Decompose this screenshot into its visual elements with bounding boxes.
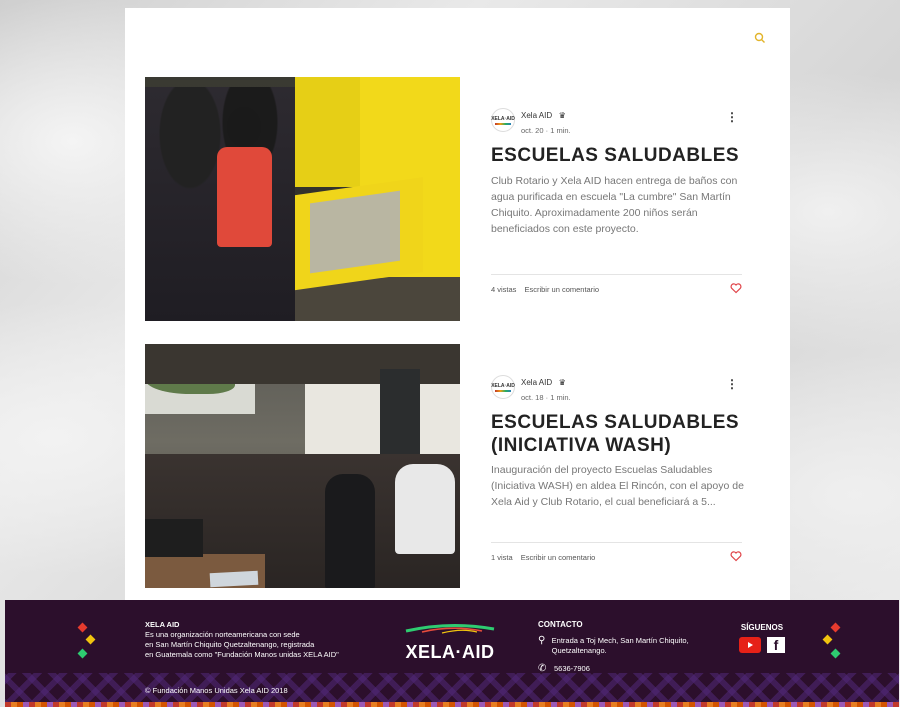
post-author-row: XELA·AID Xela AID ♛ oct. 18 · 1 min.	[491, 372, 571, 402]
footer-social-title: SÍGUENOS	[740, 623, 784, 632]
post-date: oct. 20	[521, 126, 544, 135]
post-cover-image[interactable]	[145, 77, 460, 321]
post-title[interactable]: ESCUELAS SALUDABLES (INICIATIVA WASH)	[491, 411, 751, 457]
footer-contact: CONTACTO ⚲ Entrada a Toj Mech, San Martí…	[538, 620, 708, 682]
facebook-icon[interactable]: f	[767, 637, 785, 653]
location-pin-icon: ⚲	[538, 635, 546, 646]
footer-copyright: © Fundación Manos Unidas Xela AID 2018	[145, 686, 288, 695]
post-meta: oct. 20 · 1 min.	[521, 126, 571, 135]
heart-icon[interactable]	[730, 550, 742, 562]
footer-about-title: XELA AID	[145, 620, 180, 629]
heart-icon[interactable]	[730, 282, 742, 294]
decorative-diamonds-left	[75, 622, 105, 672]
decorative-diamonds-right	[820, 622, 850, 672]
phone-icon: ✆	[538, 663, 547, 674]
youtube-icon[interactable]	[739, 637, 761, 653]
footer-about-line: en Guatemala como "Fundación Manos unida…	[145, 650, 339, 659]
post-read-time: 1 min.	[550, 393, 571, 402]
post-date: oct. 18	[521, 393, 544, 402]
author-avatar[interactable]: XELA·AID	[491, 375, 515, 399]
more-options-icon[interactable]: ⋮	[726, 378, 738, 390]
footer-social: SÍGUENOS f	[727, 623, 797, 653]
post-title[interactable]: ESCUELAS SALUDABLES	[491, 144, 751, 167]
post-excerpt[interactable]: Club Rotario y Xela AID hacen entrega de…	[491, 173, 746, 237]
xela-aid-logo[interactable]: XELA·AID	[400, 622, 500, 663]
search-icon[interactable]	[754, 32, 766, 44]
avatar-logo-text: XELA·AID	[491, 382, 515, 389]
logo-text: XELA·AID	[405, 642, 495, 662]
footer-contact-title: CONTACTO	[538, 620, 583, 629]
post-divider	[491, 274, 742, 275]
post-cover-image[interactable]	[145, 344, 460, 588]
post-read-time: 1 min.	[550, 126, 571, 135]
footer-about-line: en San Martín Chiquito Quetzaltenango, r…	[145, 640, 315, 649]
logo-leaf-icon	[405, 623, 495, 634]
footer-stripe	[5, 702, 899, 707]
post-stats-row: 4 vistas Escribir un comentario	[491, 282, 742, 294]
blog-post-card[interactable]: XELA·AID Xela AID ♛ oct. 20 · 1 min. ⋮ E…	[145, 77, 742, 321]
author-avatar[interactable]: XELA·AID	[491, 108, 515, 132]
post-author-row: XELA·AID Xela AID ♛ oct. 20 · 1 min.	[491, 105, 571, 135]
author-name[interactable]: Xela AID	[521, 378, 552, 387]
post-views: 1 vista	[491, 553, 513, 562]
crown-icon: ♛	[558, 378, 566, 387]
post-divider	[491, 542, 742, 543]
crown-icon: ♛	[558, 111, 566, 120]
author-name[interactable]: Xela AID	[521, 111, 552, 120]
post-excerpt[interactable]: Inauguración del proyecto Escuelas Salud…	[491, 462, 746, 510]
footer-phone[interactable]: 5636-7906	[554, 664, 590, 674]
post-views: 4 vistas	[491, 285, 517, 294]
footer-about-line: Es una organización norteamericana con s…	[145, 630, 300, 639]
footer-about: XELA AID Es una organización norteameric…	[145, 620, 395, 660]
write-comment-link[interactable]: Escribir un comentario	[521, 553, 596, 562]
blog-post-card[interactable]: XELA·AID Xela AID ♛ oct. 18 · 1 min. ⋮ E…	[145, 344, 744, 588]
site-footer: XELA AID Es una organización norteameric…	[5, 600, 899, 707]
write-comment-link[interactable]: Escribir un comentario	[524, 285, 599, 294]
post-stats-row: 1 vista Escribir un comentario	[491, 550, 742, 562]
footer-address: Entrada a Toj Mech, San Martín Chiquito,…	[551, 636, 689, 655]
post-meta: oct. 18 · 1 min.	[521, 393, 571, 402]
avatar-logo-text: XELA·AID	[491, 115, 515, 122]
more-options-icon[interactable]: ⋮	[726, 111, 738, 123]
